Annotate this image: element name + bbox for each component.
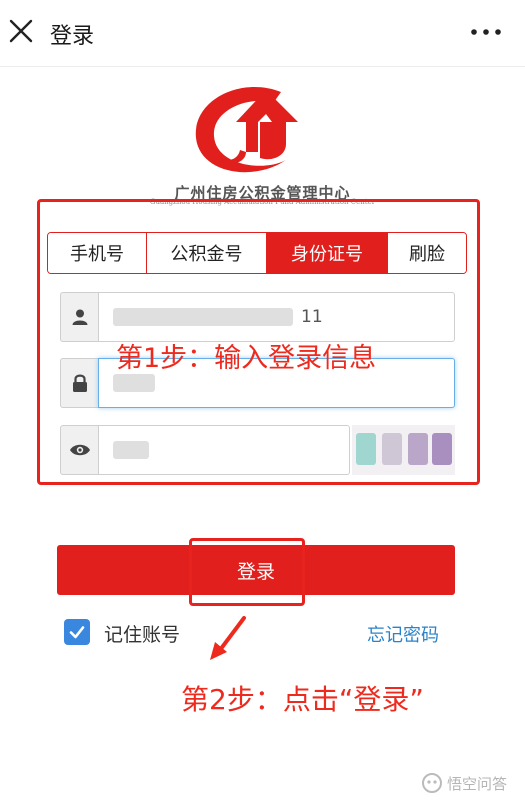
remember-label[interactable]: 记住账号: [104, 620, 180, 647]
close-button[interactable]: [4, 14, 38, 48]
more-dots-icon: [471, 29, 501, 35]
id-number-input[interactable]: 11: [98, 292, 455, 342]
step1-annotation: 第1步：输入登录信息: [116, 343, 377, 374]
tab-id-number[interactable]: 身份证号: [267, 233, 388, 273]
lock-icon-box: [60, 358, 98, 408]
remember-checkbox[interactable]: [64, 619, 90, 645]
eye-icon: [69, 444, 90, 456]
login-type-tabs: 手机号 公积金号 身份证号 刷脸: [47, 232, 467, 274]
id-number-row: 11: [60, 292, 455, 342]
eye-icon-box: [60, 425, 98, 475]
blurred-value: [113, 441, 149, 459]
lock-icon: [72, 374, 87, 392]
captcha-image[interactable]: [352, 425, 455, 475]
captcha-row: [60, 425, 350, 475]
id-number-visible-digits: 11: [301, 307, 323, 327]
annotation-box-step2: [189, 538, 305, 606]
forgot-password-link[interactable]: 忘记密码: [367, 621, 439, 647]
page-title: 登录: [50, 24, 95, 49]
more-button[interactable]: [469, 20, 503, 44]
watermark-text: 悟空问答: [447, 775, 508, 793]
tab-phone[interactable]: 手机号: [48, 233, 147, 273]
blurred-value: [113, 308, 293, 326]
watermark-logo-icon: [422, 773, 442, 793]
captcha-input[interactable]: [98, 425, 350, 475]
blurred-value: [113, 374, 155, 392]
user-icon-box: [60, 292, 98, 342]
step2-annotation: 第2步：点击“登录”: [181, 683, 424, 716]
arrow-icon: [210, 616, 246, 660]
watermark: 悟空问答: [420, 770, 520, 796]
tab-fund-number[interactable]: 公积金号: [147, 233, 267, 273]
user-icon: [72, 309, 87, 325]
close-icon: [9, 19, 33, 43]
housing-fund-logo: [195, 86, 298, 173]
checkmark-icon: [69, 626, 85, 639]
tab-face[interactable]: 刷脸: [388, 233, 466, 273]
top-bar: 登录: [0, 0, 525, 67]
